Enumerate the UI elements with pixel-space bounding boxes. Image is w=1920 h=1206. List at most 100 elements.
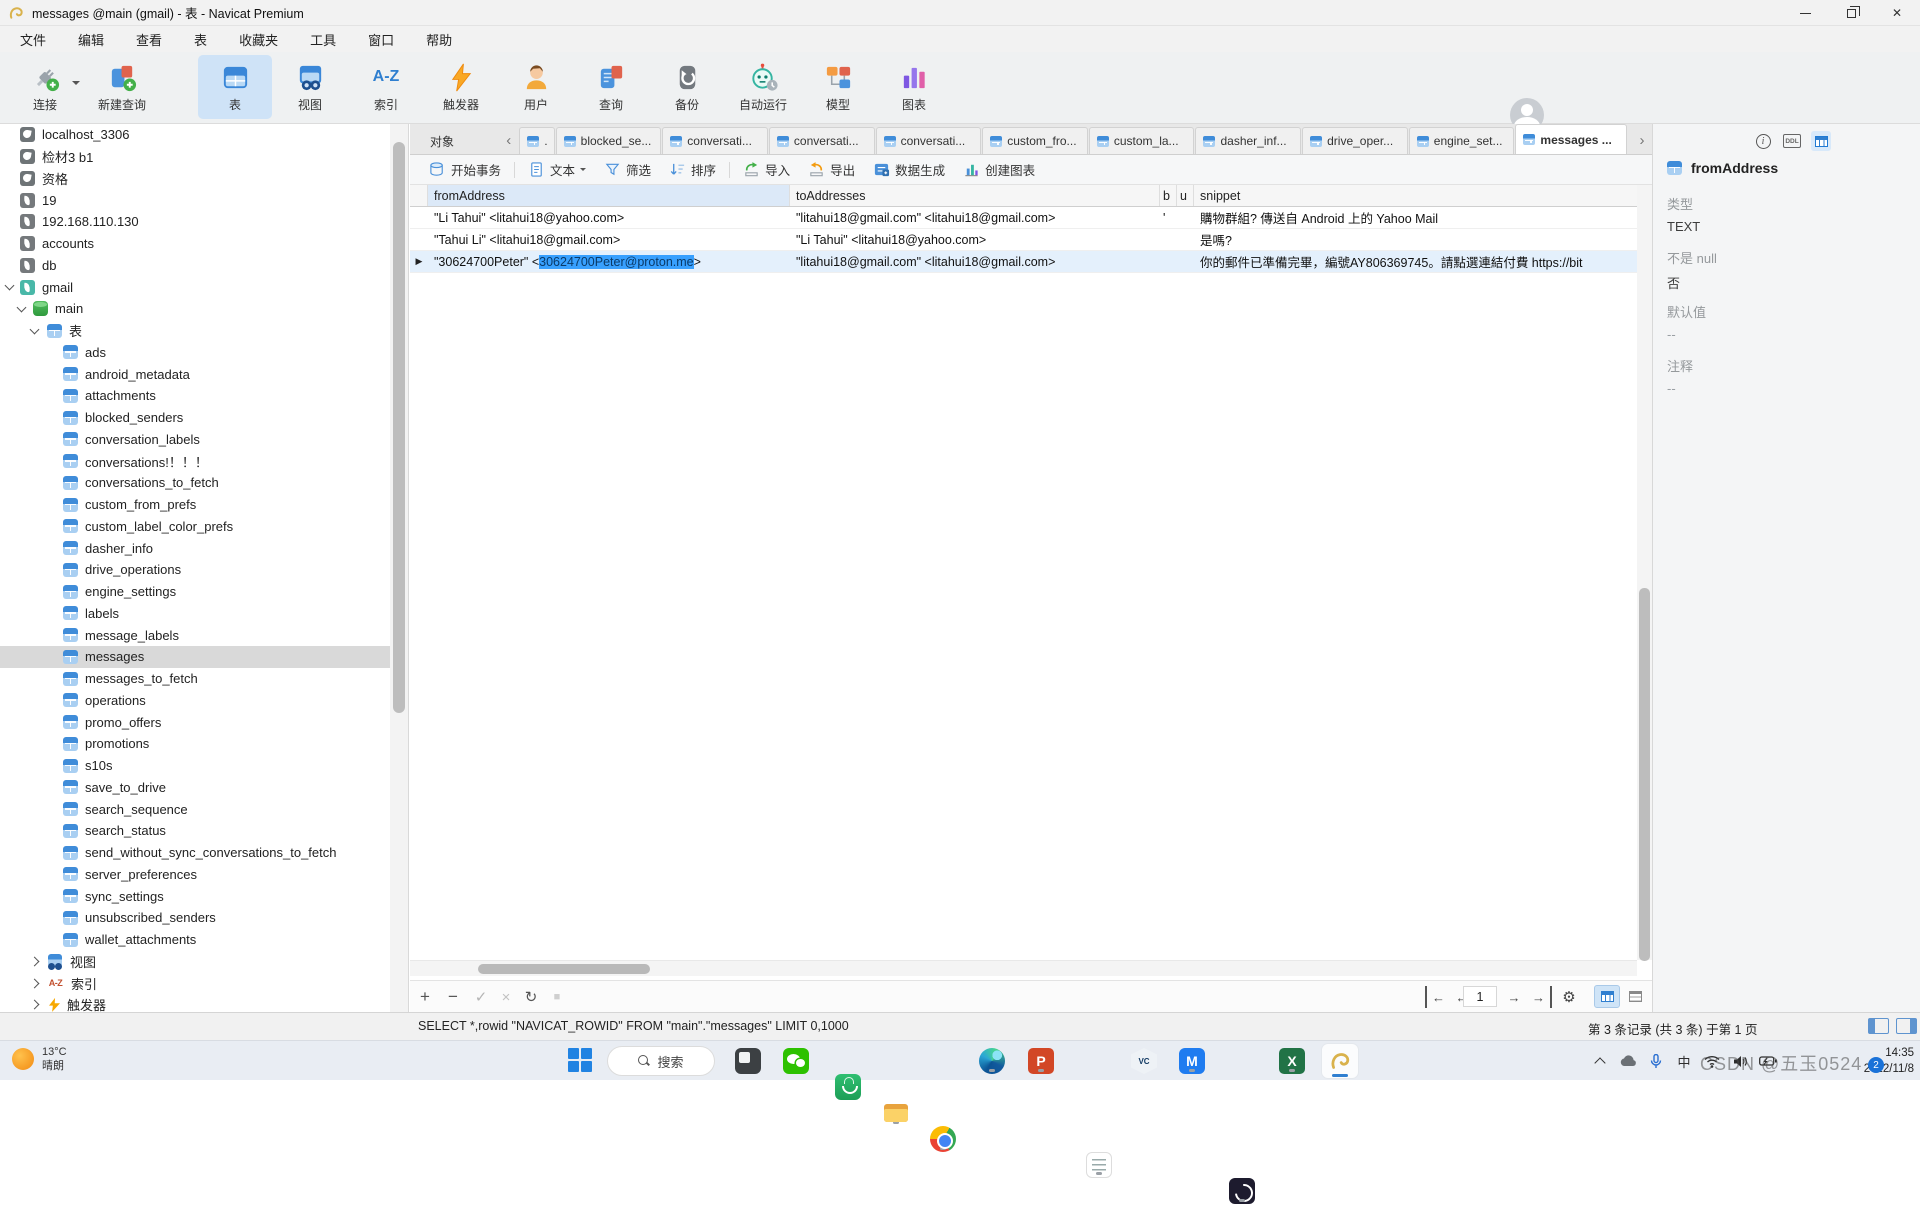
navicat-taskbar-active[interactable]	[1322, 1044, 1358, 1078]
cell-fromAddress-editing[interactable]: "30624700Peter" <30624700Peter@proton.me…	[428, 251, 790, 272]
charts-button[interactable]: 图表	[877, 55, 951, 119]
tables-button[interactable]: 表	[198, 55, 272, 119]
tab-engine-settings[interactable]: engine_set...	[1409, 127, 1515, 154]
tab-drive-operations[interactable]: drive_oper...	[1302, 127, 1408, 154]
views-button[interactable]: 视图	[273, 55, 347, 119]
table-item[interactable]: android_metadata	[0, 363, 390, 385]
menu-file[interactable]: 文件	[4, 26, 62, 52]
chevron-collapsed-icon[interactable]	[30, 1000, 40, 1010]
ddl-tab-button[interactable]: DDL	[1782, 131, 1802, 151]
table-item[interactable]: dasher_info	[0, 537, 390, 559]
table-item[interactable]: blocked_senders	[0, 407, 390, 429]
table-item[interactable]: custom_label_color_prefs	[0, 516, 390, 538]
tab-conversations-to-fetch[interactable]: conversati...	[876, 127, 982, 154]
tab-custom-from-prefs[interactable]: custom_fro...	[982, 127, 1088, 154]
columns-tab-button[interactable]	[1811, 131, 1831, 151]
automation-button[interactable]: 自动运行	[726, 55, 800, 119]
cell-snippet[interactable]: 是嗎?	[1194, 229, 1652, 250]
excel-icon[interactable]: X	[1279, 1048, 1305, 1074]
begin-transaction-button[interactable]: 开始事务	[420, 158, 510, 182]
menu-view[interactable]: 查看	[120, 26, 178, 52]
chevron-expanded-icon[interactable]	[5, 281, 15, 291]
query-button[interactable]: 查询	[574, 55, 648, 119]
create-chart-button[interactable]: 创建图表	[954, 158, 1044, 182]
m-app-icon[interactable]: M	[1179, 1048, 1205, 1074]
stop-button[interactable]: ■	[546, 986, 568, 1008]
backup-button[interactable]: 备份	[650, 55, 724, 119]
cell-u[interactable]	[1177, 229, 1194, 250]
connection-button[interactable]: 连接	[8, 55, 82, 119]
table-item[interactable]: conversations_to_fetch	[0, 472, 390, 494]
column-header-u[interactable]: u	[1177, 185, 1194, 206]
table-item[interactable]: message_labels	[0, 624, 390, 646]
filter-button[interactable]: 筛选	[595, 158, 660, 182]
table-item[interactable]: conversation_labels	[0, 429, 390, 451]
table-item[interactable]: operations	[0, 690, 390, 712]
cell-u[interactable]	[1177, 251, 1194, 272]
data-generation-button[interactable]: 数据生成	[864, 158, 954, 182]
cell-b[interactable]: '	[1160, 207, 1177, 228]
chevron-collapsed-icon[interactable]	[30, 978, 40, 988]
menu-window[interactable]: 窗口	[352, 26, 410, 52]
cell-u[interactable]	[1177, 207, 1194, 228]
apply-changes-button[interactable]: ✓	[470, 986, 492, 1008]
discard-changes-button[interactable]: ×	[495, 986, 517, 1008]
cell-snippet[interactable]: 你的郵件已準備完畢，編號AY806369745。請點選連結付費 https://…	[1194, 251, 1652, 272]
tab-objects[interactable]: 对象	[422, 127, 494, 154]
connection-item[interactable]: accounts	[0, 233, 390, 255]
model-button[interactable]: 模型	[801, 55, 875, 119]
first-page-button[interactable]: ←	[1425, 986, 1449, 1008]
import-button[interactable]: 导入	[734, 158, 799, 182]
sort-button[interactable]: 排序	[660, 158, 725, 182]
table-item[interactable]: search_status	[0, 820, 390, 842]
export-button[interactable]: 导出	[799, 158, 864, 182]
refresh-button[interactable]: ↻	[520, 986, 542, 1008]
wechat-icon[interactable]	[783, 1048, 809, 1074]
users-button[interactable]: 用户	[499, 55, 573, 119]
connection-item[interactable]: localhost_3306	[0, 124, 390, 146]
page-number-input[interactable]: 1	[1463, 986, 1497, 1007]
triggers-button[interactable]: 触发器	[424, 55, 498, 119]
page-settings-button[interactable]: ⚙	[1558, 986, 1580, 1008]
tab-messages-active[interactable]: messages ...	[1515, 124, 1627, 154]
form-view-button[interactable]	[1622, 985, 1648, 1008]
file-explorer-icon[interactable]	[883, 1100, 909, 1126]
connection-item[interactable]: 192.168.110.130	[0, 211, 390, 233]
table-item[interactable]: ads	[0, 342, 390, 364]
edge-icon[interactable]	[979, 1048, 1005, 1074]
menu-tools[interactable]: 工具	[294, 26, 352, 52]
last-page-button[interactable]: →	[1528, 986, 1552, 1008]
tab-blocked-senders[interactable]: blocked_se...	[556, 127, 662, 154]
close-button[interactable]: ✕	[1874, 0, 1920, 26]
table-item[interactable]: drive_operations	[0, 559, 390, 581]
cell-toAddresses[interactable]: "litahui18@gmail.com" <litahui18@gmail.c…	[790, 251, 1160, 272]
table-item[interactable]: engine_settings	[0, 581, 390, 603]
delete-record-button[interactable]: −	[442, 986, 464, 1008]
sidebar-scrollbar-thumb[interactable]	[393, 142, 405, 713]
tables-folder[interactable]: 表	[0, 320, 390, 342]
table-item[interactable]: search_sequence	[0, 798, 390, 820]
indexes-button[interactable]: A-Z 索引	[349, 55, 423, 119]
grid-view-button[interactable]	[1594, 985, 1620, 1008]
microphone-icon[interactable]	[1642, 1041, 1670, 1081]
grid-horizontal-scrollbar[interactable]	[410, 960, 1637, 976]
connection-item[interactable]: db	[0, 255, 390, 277]
grid-vertical-scrollbar[interactable]	[1637, 185, 1652, 960]
triggers-folder[interactable]: 触发器	[0, 994, 390, 1012]
tab-scroll-left-button[interactable]: ‹	[501, 128, 517, 152]
cell-b[interactable]	[1160, 251, 1177, 272]
menu-help[interactable]: 帮助	[410, 26, 468, 52]
table-item[interactable]: conversations!！！！	[0, 450, 390, 472]
table-item[interactable]: attachments	[0, 385, 390, 407]
info-tab-button[interactable]: i	[1753, 131, 1773, 151]
views-folder[interactable]: 视图	[0, 951, 390, 973]
cell-fromAddress[interactable]: "Tahui Li" <litahui18@gmail.com>	[428, 229, 790, 250]
table-row-selected[interactable]: ▶ "30624700Peter" <30624700Peter@proton.…	[410, 251, 1652, 273]
powerpoint-icon[interactable]: P	[1028, 1048, 1054, 1074]
menu-table[interactable]: 表	[178, 26, 223, 52]
toggle-left-panel-button[interactable]	[1868, 1018, 1889, 1034]
table-item[interactable]: server_preferences	[0, 864, 390, 886]
onedrive-cloud-icon[interactable]	[1614, 1041, 1642, 1081]
taskbar-search[interactable]: 搜索	[607, 1046, 715, 1076]
cell-toAddresses[interactable]: "Li Tahui" <litahui18@yahoo.com>	[790, 229, 1160, 250]
